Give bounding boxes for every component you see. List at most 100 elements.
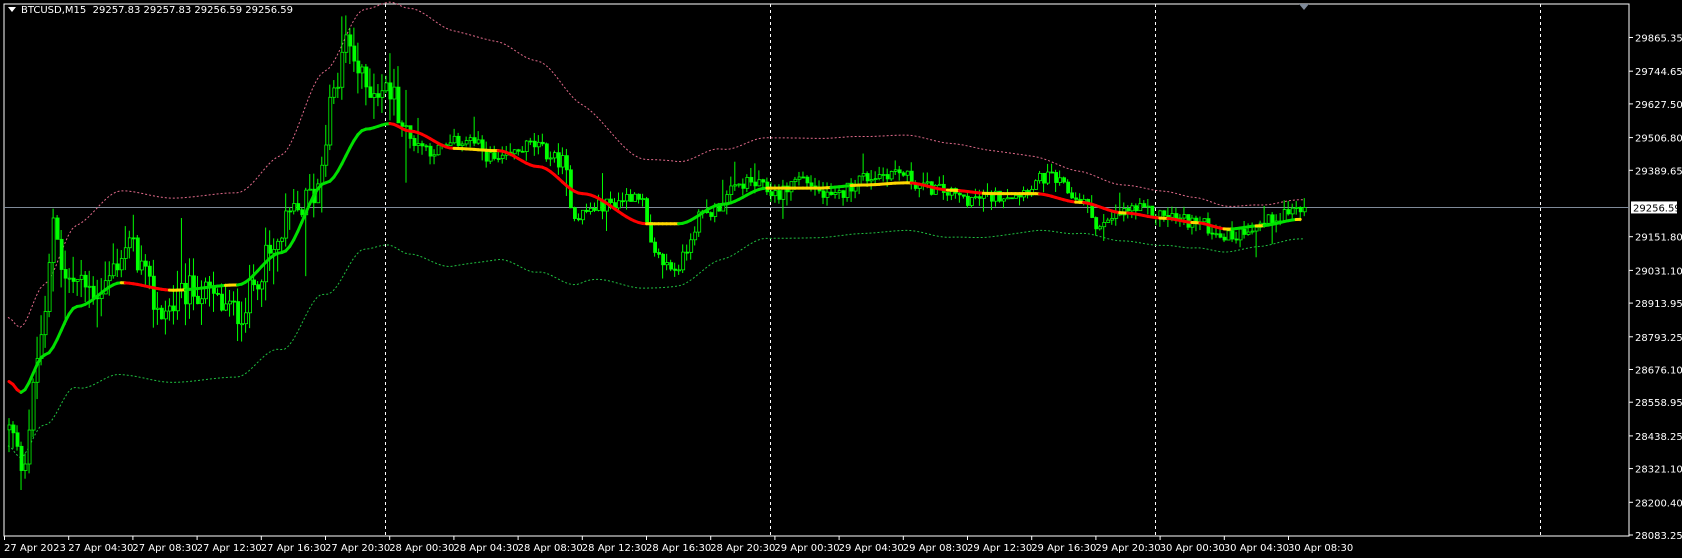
candle-body: [484, 150, 489, 162]
candle-body: [729, 185, 734, 195]
candle-body: [127, 237, 132, 249]
moving-average-segment: [296, 220, 304, 234]
candle-body: [961, 194, 966, 197]
price-tick-label: 28676.10: [1635, 365, 1682, 376]
candle-body: [1162, 210, 1167, 216]
candle-body: [1282, 209, 1287, 222]
candle-body: [889, 170, 894, 180]
candle-body: [681, 251, 686, 271]
candle-body: [252, 279, 257, 286]
candle-body: [388, 82, 393, 100]
candle-body: [300, 209, 305, 216]
candle-body: [893, 169, 898, 172]
candle-body: [1286, 209, 1291, 215]
candle-body: [59, 238, 64, 270]
candle-body: [1058, 177, 1063, 183]
candle-body: [420, 143, 425, 147]
candle-body: [1266, 214, 1271, 224]
candle-body: [1222, 236, 1227, 241]
time-tick-label: 27 Apr 16:30: [261, 543, 326, 554]
candle-body: [11, 424, 16, 434]
candle-body: [552, 152, 557, 159]
price-tick-label: 28913.95: [1635, 299, 1682, 310]
candle-body: [556, 152, 561, 168]
candle-body: [1106, 219, 1111, 223]
price-chart[interactable]: 29865.35 29744.65 29627.50 29506.80 29389.65…: [0, 0, 1682, 558]
candle-body: [476, 139, 481, 144]
chart-shift-marker-icon[interactable]: [1299, 4, 1309, 10]
candle-body: [163, 310, 168, 320]
candle-body: [881, 174, 886, 176]
time-tick-label: 29 Apr 16:30: [1031, 543, 1096, 554]
candle-body: [320, 164, 325, 185]
candle-body: [945, 192, 950, 196]
candle-body: [560, 155, 565, 168]
candle-body: [957, 192, 962, 196]
candle-body: [256, 284, 261, 290]
candle-body: [1126, 208, 1131, 212]
candle-body: [79, 274, 84, 280]
candle-body: [212, 286, 216, 294]
candle-body: [296, 203, 301, 211]
candle-body: [1298, 207, 1303, 213]
candle-body: [344, 34, 349, 53]
candle-body: [384, 82, 389, 92]
candle-body: [1050, 171, 1054, 174]
time-tick-label: 28 Apr 04:30: [453, 543, 518, 554]
candle-body: [1102, 222, 1107, 228]
candle-body: [1254, 226, 1259, 232]
price-tick-label: 28793.25: [1635, 333, 1682, 344]
candle-body: [689, 239, 694, 253]
time-tick-label: 27 Apr 20:30: [325, 543, 390, 554]
candle-body: [520, 150, 525, 153]
candle-body: [805, 176, 810, 184]
candle-body: [1210, 232, 1215, 235]
candle-body: [673, 268, 678, 271]
lower-band-line: [7, 229, 1304, 459]
candle-body: [793, 178, 798, 183]
candle-body: [244, 312, 248, 325]
candle-body: [147, 265, 152, 277]
candle-body: [115, 263, 120, 271]
candle-body: [797, 176, 802, 180]
candle-body: [75, 278, 80, 282]
price-tick-label: 29744.65: [1635, 67, 1682, 78]
candle-body: [905, 170, 910, 176]
candle-body: [1202, 218, 1207, 223]
candle-body: [91, 285, 96, 299]
candle-body: [1114, 212, 1119, 219]
price-tick-label: 28083.25: [1635, 531, 1682, 542]
candle-body: [885, 174, 890, 180]
candle-body: [777, 190, 782, 200]
candle-body: [123, 247, 128, 259]
candle-body: [492, 152, 497, 159]
time-tick-label: 27 Apr 08:30: [132, 543, 197, 554]
candle-body: [500, 154, 505, 159]
candle-body: [1018, 194, 1022, 198]
candle-body: [685, 251, 690, 254]
candle-body: [528, 140, 533, 143]
candle-body: [837, 190, 842, 193]
candle-body: [1034, 180, 1038, 190]
candle-body: [925, 181, 930, 184]
time-tick-label: 29 Apr 00:30: [774, 543, 839, 554]
candle-body: [55, 217, 60, 240]
candle-body: [63, 269, 68, 279]
candle-body: [240, 323, 244, 326]
candle-body: [544, 143, 549, 160]
candle-body: [937, 183, 942, 186]
candle-body: [1074, 197, 1079, 200]
candle-body: [119, 258, 124, 271]
candle-body: [564, 155, 569, 171]
candle-body: [548, 157, 553, 160]
time-tick-label: 29 Apr 04:30: [839, 543, 904, 554]
candle-body: [184, 282, 188, 305]
candle-body: [159, 307, 164, 320]
candle-body: [7, 424, 12, 431]
candle-body: [228, 300, 232, 305]
candle-body: [1062, 177, 1067, 183]
candle-body: [155, 307, 160, 310]
candle-body: [356, 60, 361, 74]
candle-body: [200, 298, 204, 305]
candle-body: [308, 188, 313, 191]
